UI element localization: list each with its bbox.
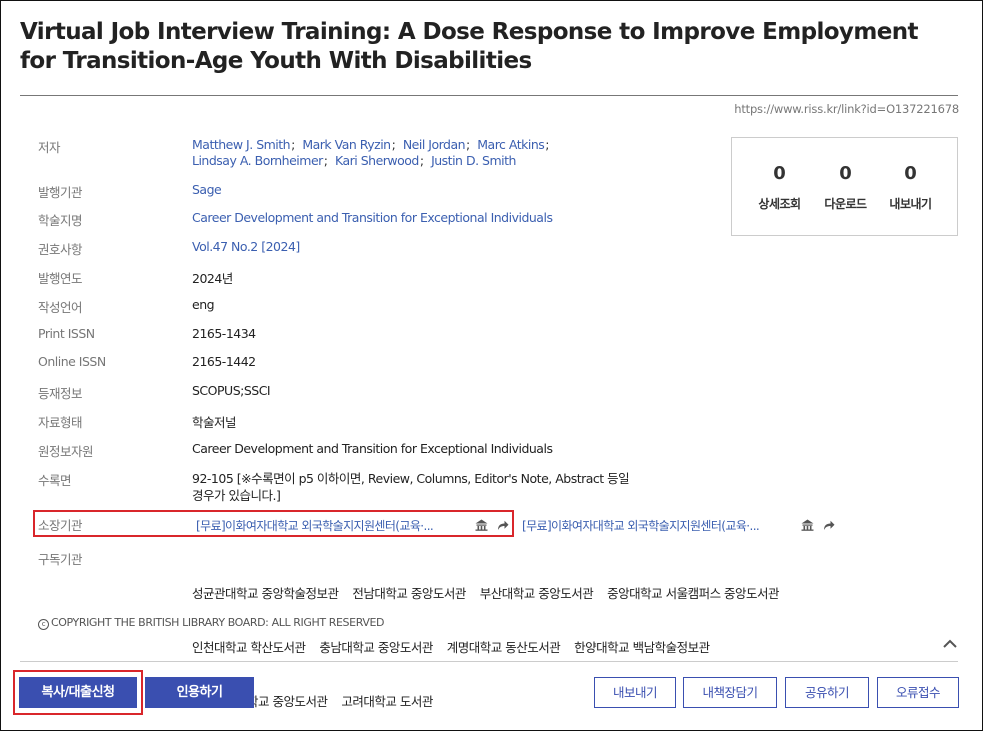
indexing-value: SCOPUS;SSCI xyxy=(192,383,271,398)
copy-loan-button[interactable]: 복사/대출신청 xyxy=(19,677,137,708)
pages-line: 경우가 있습니다.] xyxy=(192,488,281,503)
footer-divider xyxy=(20,661,958,662)
share-arrow-icon[interactable] xyxy=(823,520,835,531)
author-link[interactable]: Lindsay A. Bornheimer xyxy=(192,153,323,168)
holding-link[interactable]: [무료]이화여자대학교 외국학술지지원센터(교육·... xyxy=(196,517,434,534)
indexing-label: 등재정보 xyxy=(38,386,83,401)
library-icon[interactable] xyxy=(475,519,488,531)
language-value: eng xyxy=(192,297,215,312)
online-issn-label: Online ISSN xyxy=(38,354,106,369)
stat-exports: 0 내보내기 xyxy=(873,138,948,212)
author-link[interactable]: Kari Sherwood xyxy=(335,153,419,168)
volume-link[interactable]: Vol.47 No.2 [2024] xyxy=(192,239,300,254)
report-error-button[interactable]: 오류접수 xyxy=(877,677,959,708)
pages-line: 92-105 [※수록면이 p5 이하이면, Review, Columns, … xyxy=(192,471,630,486)
permalink-url[interactable]: https://www.riss.kr/link?id=O137221678 xyxy=(734,102,959,116)
holdings-label: 소장기관 xyxy=(38,518,83,533)
stat-label: 다운로드 xyxy=(824,197,867,211)
title-divider xyxy=(20,95,958,96)
author-label: 저자 xyxy=(38,140,61,155)
source-label: 원정보자원 xyxy=(38,444,94,459)
volume-label: 권호사항 xyxy=(38,242,83,257)
copyright-notice: c COPYRIGHT THE BRITISH LIBRARY BOARD: AL… xyxy=(38,616,384,630)
print-issn-label: Print ISSN xyxy=(38,326,95,341)
copyright-icon: c xyxy=(38,619,49,630)
copyright-text: COPYRIGHT THE BRITISH LIBRARY BOARD: ALL… xyxy=(51,616,385,629)
language-label: 작성언어 xyxy=(38,300,83,315)
pages-label: 수록면 xyxy=(38,473,72,488)
stat-count: 0 xyxy=(904,163,917,184)
year-value: 2024년 xyxy=(192,271,233,286)
journal-label: 학술지명 xyxy=(38,213,83,228)
stat-views: 0 상세조회 xyxy=(742,138,817,212)
stats-panel: 0 상세조회 0 다운로드 0 내보내기 xyxy=(731,137,958,236)
stat-label: 내보내기 xyxy=(889,197,932,211)
journal-link[interactable]: Career Development and Transition for Ex… xyxy=(192,210,553,225)
subscribers-value: 성균관대학교 중앙학술정보관 전남대학교 중앙도서관 부산대학교 중앙도서관 중… xyxy=(192,549,780,747)
author-link[interactable]: Mark Van Ryzin xyxy=(302,137,391,152)
article-title: Virtual Job Interview Training: A Dose R… xyxy=(20,19,918,74)
publisher-label: 발행기관 xyxy=(38,185,83,200)
share-arrow-icon[interactable] xyxy=(497,520,509,531)
author-link[interactable]: Marc Atkins xyxy=(477,137,545,152)
type-value: 학술저널 xyxy=(192,415,237,430)
stat-label: 상세조회 xyxy=(758,197,801,211)
author-link[interactable]: Neil Jordan xyxy=(403,137,466,152)
chevron-up-icon[interactable] xyxy=(942,638,958,650)
subscriber-line: 성균관대학교 중앙학술정보관 전남대학교 중앙도서관 부산대학교 중앙도서관 중… xyxy=(192,586,780,601)
stat-count: 0 xyxy=(773,163,786,184)
author-list: Matthew J. Smith; Mark Van Ryzin; Neil J… xyxy=(192,137,550,168)
library-icon[interactable] xyxy=(801,519,814,531)
type-label: 자료형태 xyxy=(38,415,83,430)
cite-button[interactable]: 인용하기 xyxy=(145,677,254,708)
publisher-link[interactable]: Sage xyxy=(192,182,222,197)
author-link[interactable]: Matthew J. Smith xyxy=(192,137,291,152)
share-button[interactable]: 공유하기 xyxy=(785,677,869,708)
online-issn-value: 2165-1442 xyxy=(192,354,256,369)
export-button[interactable]: 내보내기 xyxy=(594,677,676,708)
holding-link[interactable]: [무료]이화여자대학교 외국학술지지원센터(교육·... xyxy=(522,517,760,534)
author-link[interactable]: Justin D. Smith xyxy=(431,153,516,168)
subscriber-line: 인천대학교 학산도서관 충남대학교 중앙도서관 계명대학교 동산도서관 한양대학… xyxy=(192,640,710,655)
print-issn-value: 2165-1434 xyxy=(192,326,256,341)
bookshelf-button[interactable]: 내책장담기 xyxy=(683,677,777,708)
subscribers-label: 구독기관 xyxy=(38,552,83,567)
pages-value: 92-105 [※수록면이 p5 이하이면, Review, Columns, … xyxy=(192,470,630,504)
year-label: 발행연도 xyxy=(38,271,83,286)
stat-downloads: 0 다운로드 xyxy=(808,138,883,212)
stat-count: 0 xyxy=(839,163,852,184)
source-value: Career Development and Transition for Ex… xyxy=(192,441,553,456)
